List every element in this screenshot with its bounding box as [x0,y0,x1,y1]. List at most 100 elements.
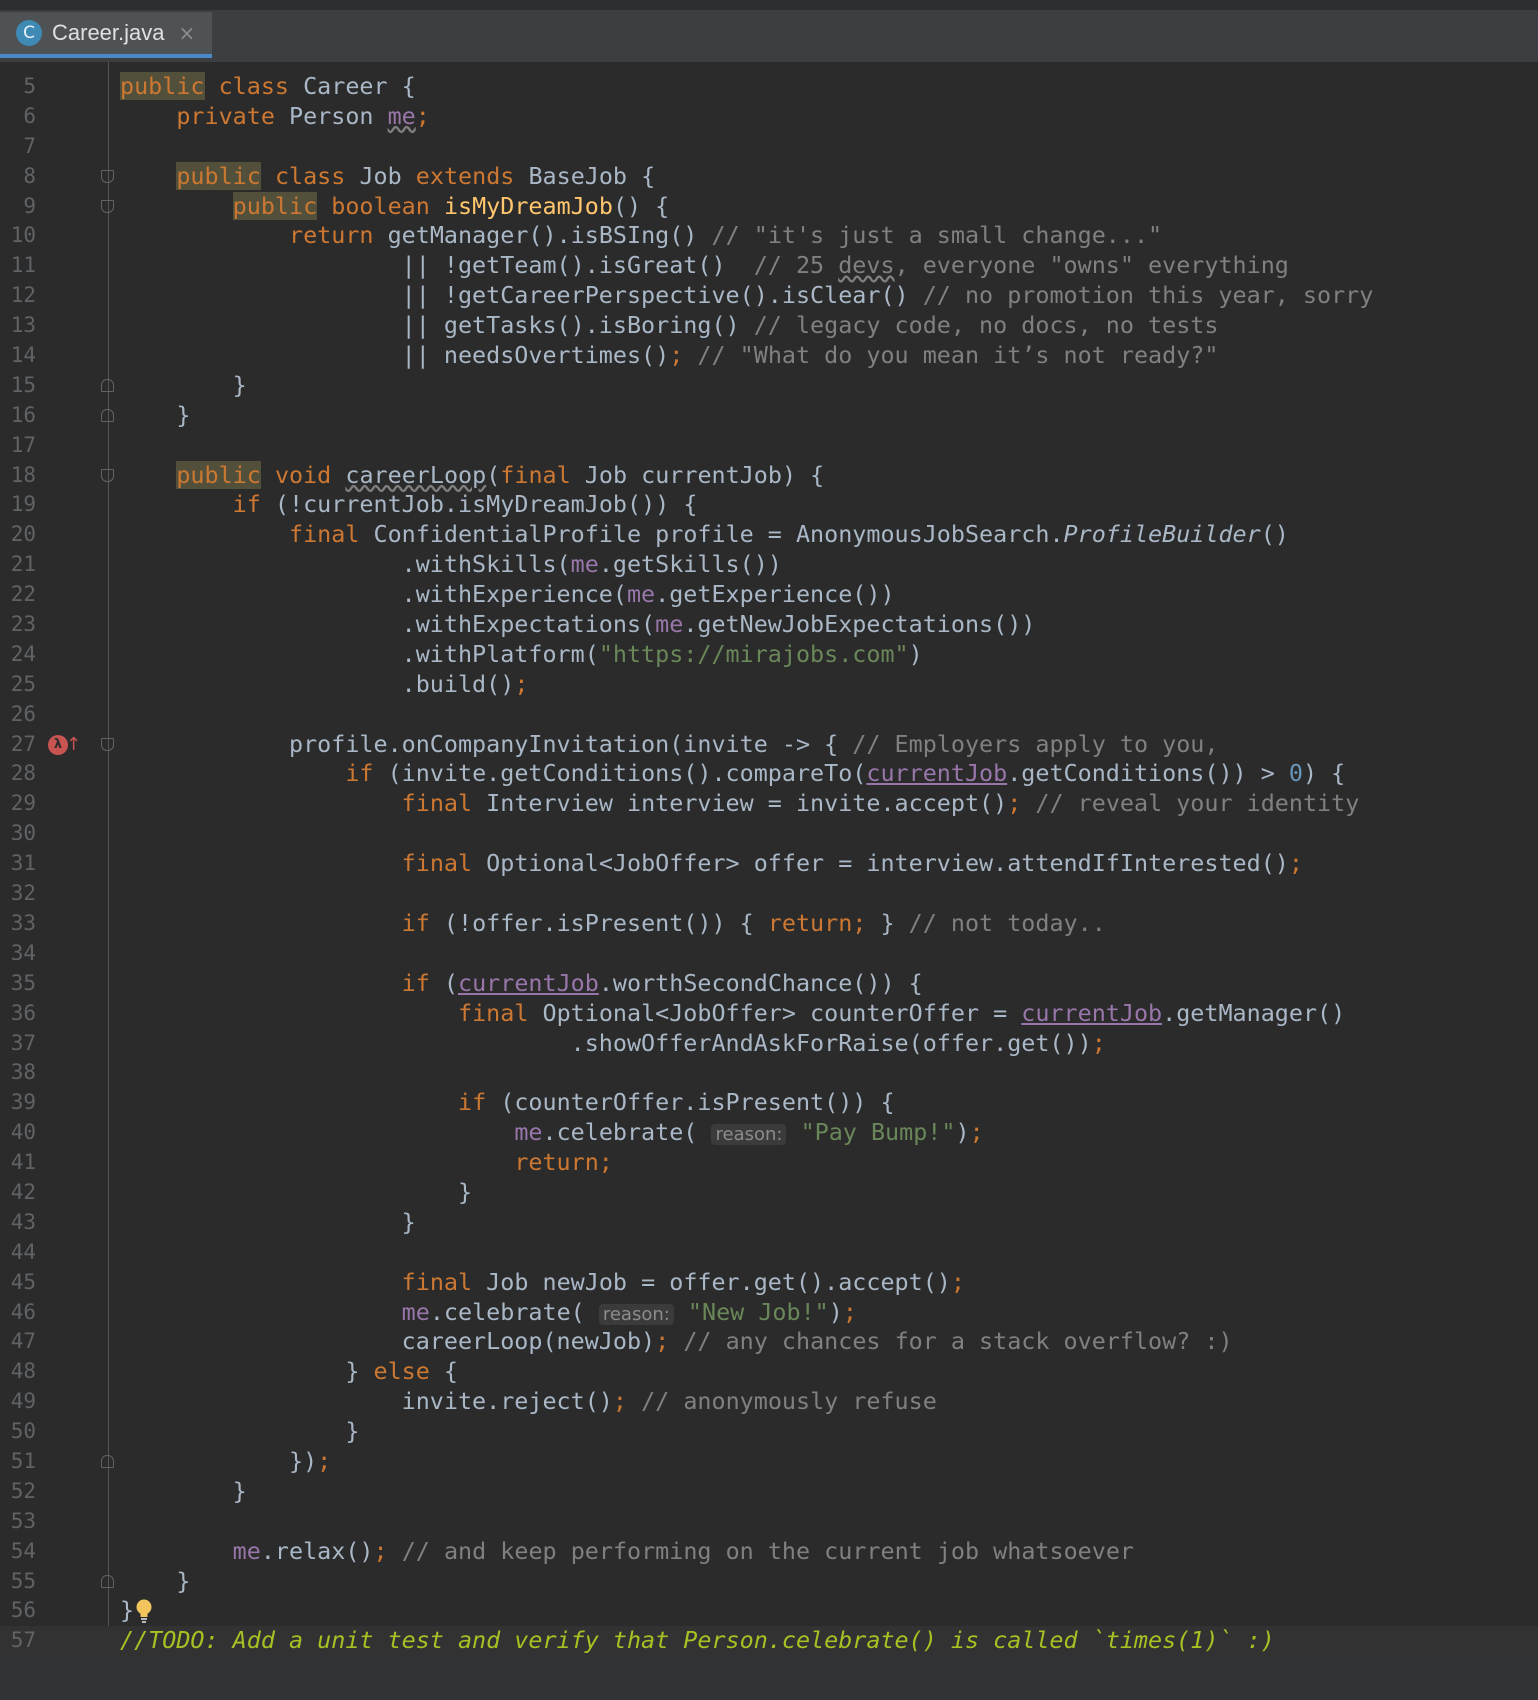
code-line: 49 invite.reject(); // anonymously refus… [0,1387,1538,1417]
code-line: 31 final Optional<JobOffer> offer = inte… [0,849,1538,879]
java-class-icon: C [16,20,42,46]
code-text: //TODO: Add a unit test and verify that … [120,1626,1275,1655]
code-line: 50 } [0,1417,1538,1447]
code-line: 10 return getManager().isBSIng() // "it'… [0,221,1538,251]
code-text: } [120,370,247,399]
close-icon[interactable]: × [179,21,196,45]
code-text: careerLoop(newJob); // any chances for a… [120,1327,1233,1356]
code-text: me.relax(); // and keep performing on th… [232,1536,1134,1565]
parameter-hint: reason: [598,1303,674,1325]
code-text: } else { [120,1357,458,1386]
line-number: 36 [10,1000,36,1025]
line-number: 18 [10,462,36,487]
code-line: 5 public class Career { [0,72,1538,102]
code-line: 17 [0,431,1538,461]
code-text: public class Job extends BaseJob { [176,161,656,190]
line-number: 7 [23,133,36,158]
code-text: || !getCareerPerspective().isClear() // … [120,281,1374,310]
line-number: 25 [10,671,36,696]
code-line: 36 final Optional<JobOffer> counterOffer… [0,999,1538,1029]
fold-icon[interactable] [101,737,114,751]
code-line: 6 private Person me; [0,102,1538,132]
line-number: 19 [10,492,36,517]
code-line: 52 } [0,1477,1538,1507]
line-number: 43 [10,1209,36,1234]
line-number: 32 [10,881,36,906]
arrow-up-icon: ↑ [66,733,82,755]
line-number: 20 [10,522,36,547]
code-text: if (counterOffer.isPresent()) { [457,1088,895,1117]
code-text: } [120,400,191,429]
code-lines: 5 public class Career { 6 private Person … [0,72,1538,1657]
line-number: 35 [10,970,36,995]
code-line: 28 if (invite.getConditions().compareTo(… [0,759,1538,789]
code-editor[interactable]: 5 public class Career { 6 private Person … [0,62,1538,1700]
code-line: 44 [0,1238,1538,1268]
code-line: 20 final ConfidentialProfile profile = A… [0,520,1538,550]
code-text: || !getTeam().isGreat() // 25 devs, ever… [120,251,1289,280]
code-text: if (!offer.isPresent()) { return; } // n… [401,908,1106,937]
line-number: 26 [10,701,36,726]
line-number: 33 [10,910,36,935]
fold-icon[interactable] [101,1454,114,1468]
fold-icon[interactable] [101,1574,114,1588]
code-text: } [120,1207,416,1236]
line-number: 22 [10,582,36,607]
code-line: 15 } [0,371,1538,401]
code-text: me.celebrate( reason: "New Job!"); [401,1297,857,1326]
code-text: if (!currentJob.isMyDreamJob()) { [232,490,698,519]
code-line: 16 } [0,401,1538,431]
fold-icon[interactable] [101,378,114,392]
line-number: 13 [10,313,36,338]
tab-title: Career.java [52,20,165,45]
fold-icon[interactable] [101,468,114,482]
code-line: 26 [0,700,1538,730]
line-number: 48 [10,1359,36,1384]
lightbulb-icon[interactable] [134,1598,154,1624]
code-line: 21 .withSkills(me.getSkills()) [0,550,1538,580]
code-text: .withSkills(me.getSkills()) [120,550,782,579]
fold-icon[interactable] [101,408,114,422]
code-text: if (invite.getConditions().compareTo(cur… [345,759,1346,788]
code-line: 42 } [0,1178,1538,1208]
line-number: 34 [10,940,36,965]
code-line: 11 || !getTeam().isGreat() // 25 devs, e… [0,251,1538,281]
code-text: .withExpectations(me.getNewJobExpectatio… [120,610,1036,639]
line-number: 12 [10,283,36,308]
code-line: 8 public class Job extends BaseJob { [0,161,1538,192]
code-text: final Interview interview = invite.accep… [401,789,1360,818]
line-number: 44 [10,1239,36,1264]
line-number: 28 [10,761,36,786]
fold-icon[interactable] [101,169,114,183]
code-text: final Optional<JobOffer> counterOffer = … [457,998,1346,1027]
code-line: 14 || needsOvertimes(); // "What do you … [0,341,1538,371]
line-number: 52 [10,1478,36,1503]
code-line: 54 me.relax(); // and keep performing on… [0,1537,1538,1567]
tab-career-java[interactable]: C Career.java × [0,12,212,58]
line-number: 54 [10,1538,36,1563]
code-text: || getTasks().isBoring() // legacy code,… [120,311,1219,340]
line-number: 24 [10,641,36,666]
code-line: 24 .withPlatform("https://mirajobs.com") [0,640,1538,670]
code-text: .withPlatform("https://mirajobs.com") [120,639,923,668]
code-line: 9 public boolean isMyDreamJob() { [0,191,1538,222]
code-line: 37 .showOfferAndAskForRaise(offer.get())… [0,1029,1538,1059]
line-number: 31 [10,851,36,876]
code-text: return getManager().isBSIng() // "it's j… [289,221,1163,250]
code-line: 33 if (!offer.isPresent()) { return; } /… [0,909,1538,939]
line-number: 27 [10,731,36,756]
code-line: 43 } [0,1208,1538,1238]
code-text: me.celebrate( reason: "Pay Bump!"); [514,1118,984,1147]
code-text: .withExperience(me.getExperience()) [120,580,895,609]
line-number: 46 [10,1299,36,1324]
code-line: 38 [0,1058,1538,1088]
line-number: 14 [10,343,36,368]
code-text: return; [514,1148,613,1177]
lambda-recursion-icon[interactable]: λ [48,734,68,755]
line-number: 15 [10,372,36,397]
code-text: if (currentJob.worthSecondChance()) { [401,968,923,997]
fold-icon[interactable] [101,199,114,213]
line-number: 55 [10,1568,36,1593]
line-number: 41 [10,1150,36,1175]
code-line: 40 me.celebrate( reason: "Pay Bump!"); [0,1118,1538,1148]
